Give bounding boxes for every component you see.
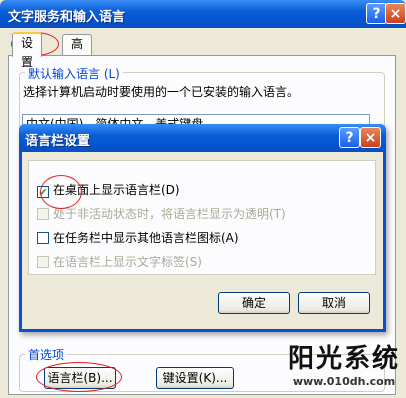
dialog-title: 语言栏设置 <box>25 134 91 149</box>
default-language-description: 选择计算机启动时要使用的一个已安装的输入语言。 <box>23 85 300 99</box>
cancel-button[interactable]: 取消 <box>298 292 370 314</box>
option-label: 在语言栏上显示文字标签(S) <box>53 255 202 269</box>
option-extra-taskbar-icons[interactable]: 在任务栏中显示其他语言栏图标(A) <box>37 229 239 245</box>
option-text-labels: 在语言栏上显示文字标签(S) <box>37 253 202 269</box>
checkbox-disabled <box>37 256 49 268</box>
option-label: 处于非活动状态时，将语言栏显示为透明(T) <box>53 207 286 221</box>
help-button[interactable]: ? <box>366 3 387 24</box>
dialog-close-button[interactable]: × <box>360 127 381 148</box>
main-window-title: 文字服务和输入语言 <box>8 10 126 25</box>
watermark-name: 阳光系统 <box>287 344 400 374</box>
tab-settings[interactable]: 设置 <box>12 32 43 69</box>
option-transparent-inactive: 处于非活动状态时，将语言栏显示为透明(T) <box>37 205 286 221</box>
checkbox-unchecked[interactable] <box>37 232 49 244</box>
close-button[interactable]: × <box>385 3 406 24</box>
default-language-label: 默认输入语言 (L) <box>25 65 123 82</box>
main-window: 文字服务和输入语言 ? × 设置 高级 默认输入语言 (L) 选择计算机启动时要… <box>0 0 406 398</box>
watermark: 阳光系统 www.010dh.com <box>288 338 400 388</box>
tab-advanced[interactable]: 高级 <box>62 34 93 70</box>
watermark-url: www.010dh.com <box>292 375 396 388</box>
dialog-title-bar[interactable]: 语言栏设置 ? × <box>19 124 386 152</box>
checkbox-disabled <box>37 208 49 220</box>
annotation-circle-langbar <box>36 362 122 392</box>
dialog-help-button[interactable]: ? <box>339 127 360 148</box>
language-bar-settings-dialog: 语言栏设置 ? × ✔ 在桌面上显示语言栏(D) 处于非活动状态时，将语言栏显示为… <box>19 124 386 332</box>
main-title-bar[interactable]: 文字服务和输入语言 ? × <box>0 0 406 28</box>
key-settings-button[interactable]: 键设置(K)... <box>156 367 234 389</box>
dialog-options-group: ✔ 在桌面上显示语言栏(D) 处于非活动状态时，将语言栏显示为透明(T) 在任务栏… <box>28 160 376 275</box>
ok-button[interactable]: 确定 <box>218 292 290 314</box>
annotation-circle-checkbox <box>40 175 82 209</box>
option-label: 在任务栏中显示其他语言栏图标(A) <box>53 231 239 245</box>
preferences-label: 首选项 <box>25 346 68 363</box>
